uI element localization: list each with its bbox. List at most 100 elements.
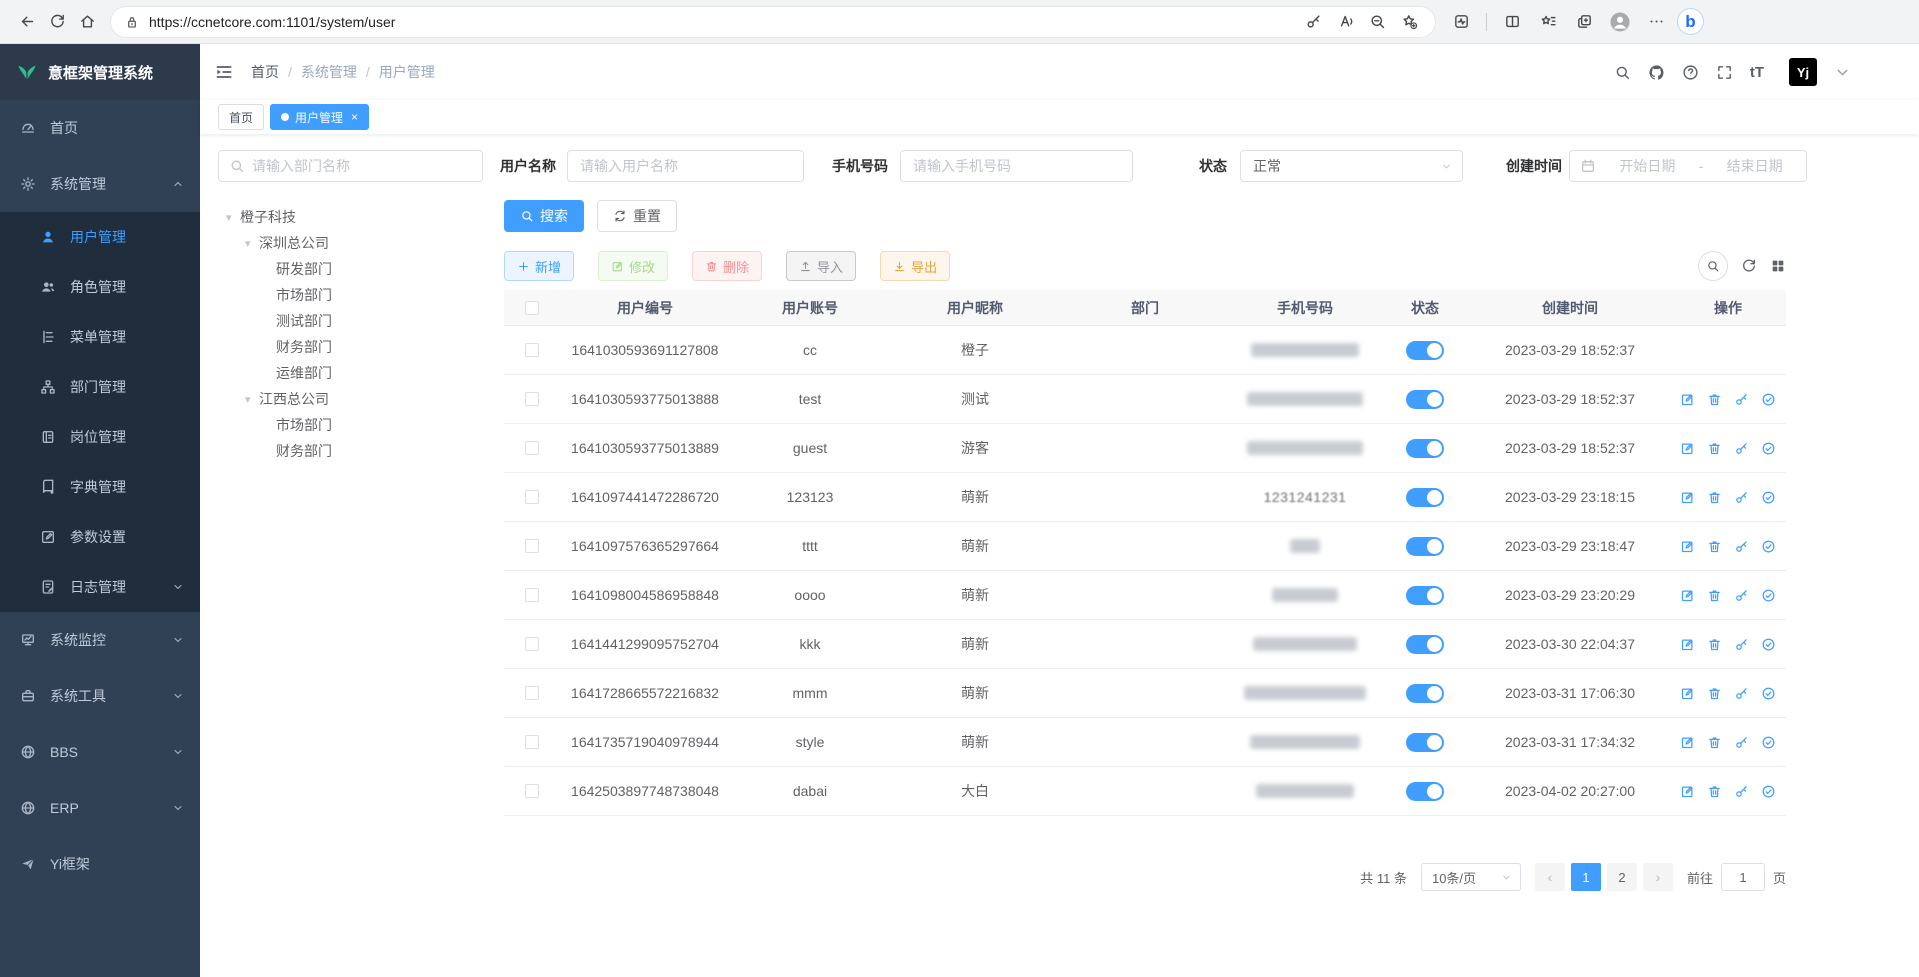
status-toggle[interactable] <box>1406 782 1444 801</box>
row-checkbox[interactable] <box>525 637 539 651</box>
tab-首页[interactable]: 首页 <box>218 104 264 130</box>
browser-essentials-icon[interactable] <box>1446 7 1476 37</box>
row-check-circle-icon[interactable] <box>1761 637 1776 652</box>
breadcrumb-item[interactable]: 系统管理 <box>301 62 357 82</box>
sidebar-item-BBS[interactable]: BBS <box>0 724 200 780</box>
sidebar-item-角色管理[interactable]: 角色管理 <box>0 262 200 312</box>
tree-node-市场部门[interactable]: 市场部门 <box>218 412 490 438</box>
profile-icon[interactable] <box>1605 7 1635 37</box>
user-avatar[interactable]: Yj <box>1789 58 1817 86</box>
sidebar-item-系统管理[interactable]: 系统管理 <box>0 156 200 212</box>
row-edit-icon[interactable] <box>1680 735 1695 750</box>
row-check-circle-icon[interactable] <box>1761 686 1776 701</box>
row-trash-icon[interactable] <box>1707 441 1722 456</box>
help-icon[interactable] <box>1682 64 1699 81</box>
add-button[interactable]: 新增 <box>504 251 574 281</box>
tab-用户管理[interactable]: 用户管理× <box>270 104 369 130</box>
row-checkbox[interactable] <box>525 441 539 455</box>
row-check-circle-icon[interactable] <box>1761 735 1776 750</box>
home-icon[interactable] <box>72 7 102 37</box>
row-trash-icon[interactable] <box>1707 490 1722 505</box>
row-key-icon[interactable] <box>1734 392 1749 407</box>
key-icon[interactable] <box>1300 9 1326 35</box>
row-edit-icon[interactable] <box>1680 539 1695 554</box>
jump-page-input[interactable] <box>1721 863 1765 891</box>
row-trash-icon[interactable] <box>1707 392 1722 407</box>
page-button-2[interactable]: 2 <box>1607 863 1637 891</box>
refresh-table-icon[interactable] <box>1741 258 1757 274</box>
row-key-icon[interactable] <box>1734 588 1749 603</box>
font-size-icon[interactable]: tT <box>1750 64 1764 81</box>
status-select[interactable]: 正常 <box>1240 150 1463 182</box>
row-checkbox[interactable] <box>525 392 539 406</box>
search-icon[interactable] <box>1614 64 1631 81</box>
tree-node-研发部门[interactable]: 研发部门 <box>218 256 490 282</box>
reset-button[interactable]: 重置 <box>597 200 677 232</box>
sidebar-item-岗位管理[interactable]: 岗位管理 <box>0 412 200 462</box>
row-checkbox[interactable] <box>525 343 539 357</box>
row-trash-icon[interactable] <box>1707 686 1722 701</box>
row-check-circle-icon[interactable] <box>1761 490 1776 505</box>
page-button-1[interactable]: 1 <box>1571 863 1601 891</box>
status-toggle[interactable] <box>1406 733 1444 752</box>
row-edit-icon[interactable] <box>1680 637 1695 652</box>
status-toggle[interactable] <box>1406 635 1444 654</box>
row-check-circle-icon[interactable] <box>1761 539 1776 554</box>
delete-button[interactable]: 删除 <box>692 251 762 281</box>
sidebar-item-参数设置[interactable]: 参数设置 <box>0 512 200 562</box>
sidebar-item-首页[interactable]: 首页 <box>0 100 200 156</box>
date-range-picker[interactable]: 开始日期 - 结束日期 <box>1569 150 1807 182</box>
row-edit-icon[interactable] <box>1680 441 1695 456</box>
status-toggle[interactable] <box>1406 488 1444 507</box>
status-toggle[interactable] <box>1406 341 1444 360</box>
row-edit-icon[interactable] <box>1680 490 1695 505</box>
username-input[interactable] <box>567 150 804 182</box>
split-screen-icon[interactable] <box>1497 7 1527 37</box>
sidebar-item-用户管理[interactable]: 用户管理 <box>0 212 200 262</box>
row-checkbox[interactable] <box>525 686 539 700</box>
row-checkbox[interactable] <box>525 490 539 504</box>
tree-node-财务部门[interactable]: 财务部门 <box>218 334 490 360</box>
more-icon[interactable] <box>1641 7 1671 37</box>
row-check-circle-icon[interactable] <box>1761 392 1776 407</box>
sidebar-item-ERP[interactable]: ERP <box>0 780 200 836</box>
status-toggle[interactable] <box>1406 586 1444 605</box>
sidebar-item-系统监控[interactable]: 系统监控 <box>0 612 200 668</box>
row-edit-icon[interactable] <box>1680 392 1695 407</box>
tree-node-深圳总公司[interactable]: ▾深圳总公司 <box>218 230 490 256</box>
read-aloud-icon[interactable] <box>1332 9 1358 35</box>
breadcrumb-item[interactable]: 首页 <box>251 62 279 82</box>
page-size-select[interactable]: 10条/页 <box>1421 863 1521 891</box>
zoom-out-icon[interactable] <box>1364 9 1390 35</box>
sidebar-item-日志管理[interactable]: 日志管理 <box>0 562 200 612</box>
row-trash-icon[interactable] <box>1707 637 1722 652</box>
row-trash-icon[interactable] <box>1707 784 1722 799</box>
row-key-icon[interactable] <box>1734 735 1749 750</box>
row-checkbox[interactable] <box>525 735 539 749</box>
sidebar-item-部门管理[interactable]: 部门管理 <box>0 362 200 412</box>
sidebar-item-系统工具[interactable]: 系统工具 <box>0 668 200 724</box>
tree-node-橙子科技[interactable]: ▾橙子科技 <box>218 204 490 230</box>
row-trash-icon[interactable] <box>1707 735 1722 750</box>
sidebar-item-字典管理[interactable]: 字典管理 <box>0 462 200 512</box>
modify-button[interactable]: 修改 <box>598 251 668 281</box>
fullscreen-icon[interactable] <box>1716 64 1733 81</box>
url-text[interactable]: https://ccnetcore.com:1101/system/user <box>149 14 1300 30</box>
row-check-circle-icon[interactable] <box>1761 441 1776 456</box>
row-key-icon[interactable] <box>1734 539 1749 554</box>
address-bar[interactable]: https://ccnetcore.com:1101/system/user <box>110 6 1436 38</box>
row-checkbox[interactable] <box>525 588 539 602</box>
row-check-circle-icon[interactable] <box>1761 784 1776 799</box>
status-toggle[interactable] <box>1406 390 1444 409</box>
phone-input[interactable] <box>900 150 1133 182</box>
row-check-circle-icon[interactable] <box>1761 588 1776 603</box>
tree-node-测试部门[interactable]: 测试部门 <box>218 308 490 334</box>
column-settings-icon[interactable] <box>1770 258 1786 274</box>
copilot-icon[interactable]: b <box>1677 8 1704 35</box>
status-toggle[interactable] <box>1406 537 1444 556</box>
status-toggle[interactable] <box>1406 439 1444 458</box>
row-key-icon[interactable] <box>1734 784 1749 799</box>
breadcrumb-item[interactable]: 用户管理 <box>379 62 435 82</box>
select-all-checkbox[interactable] <box>525 301 539 315</box>
refresh-icon[interactable] <box>42 7 72 37</box>
